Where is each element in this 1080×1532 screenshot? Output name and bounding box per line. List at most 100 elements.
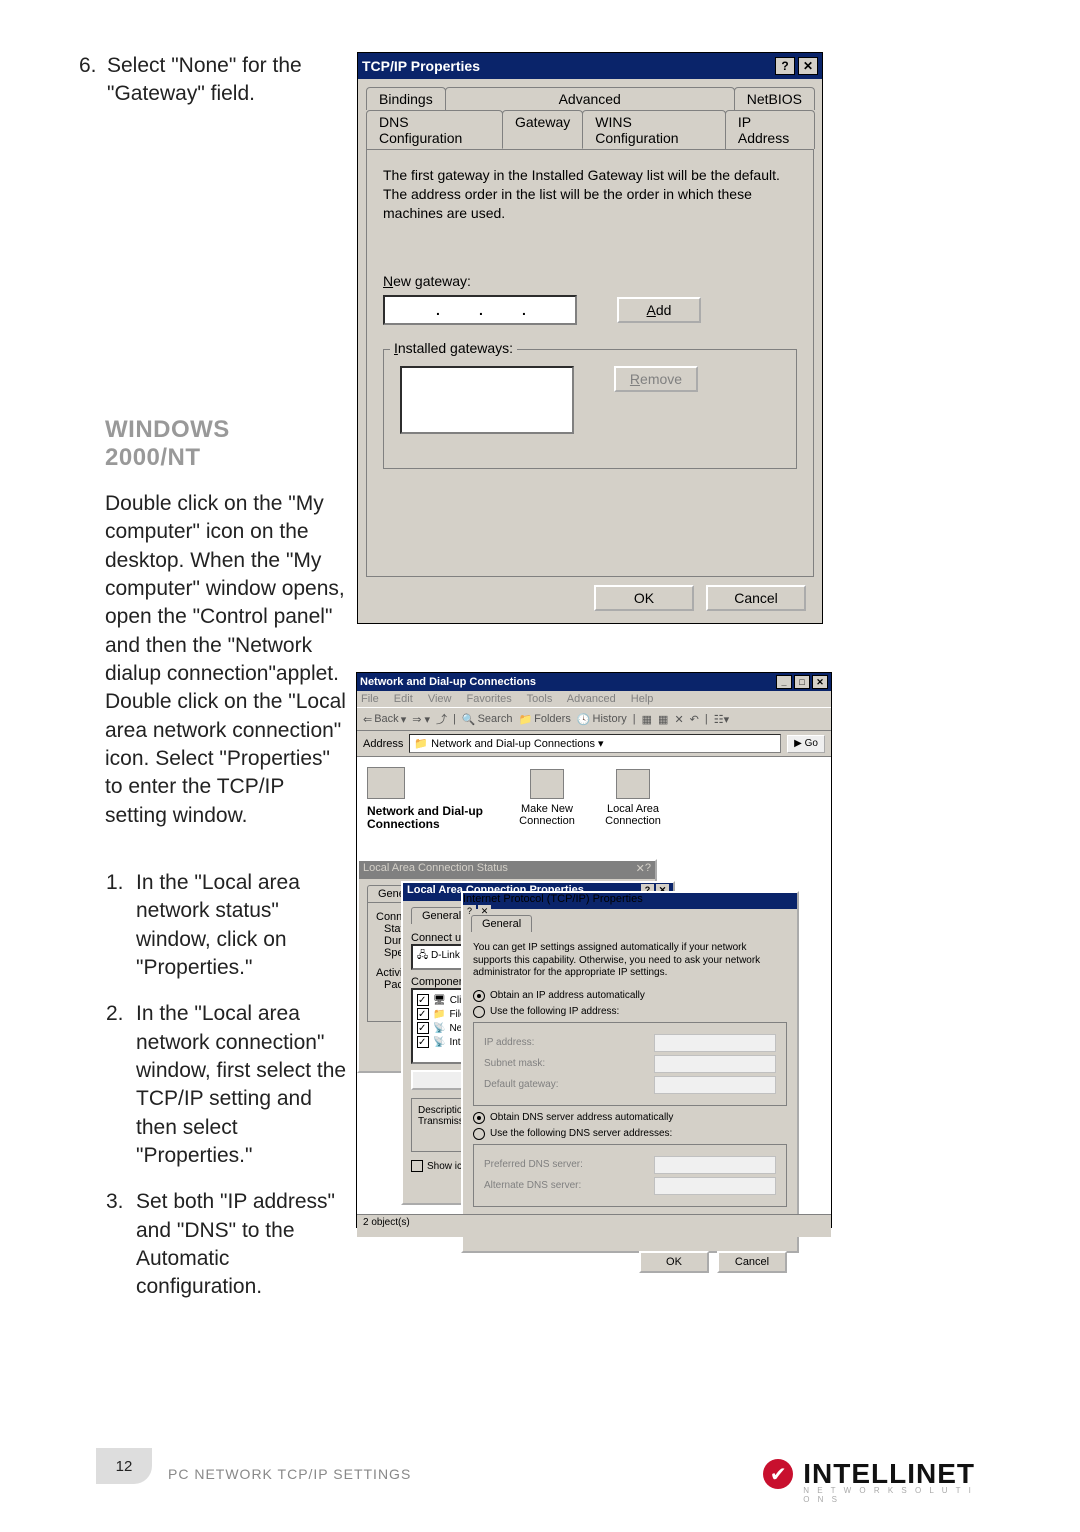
window-title: Network and Dial-up Connections bbox=[360, 676, 536, 688]
help-icon[interactable]: ? bbox=[775, 57, 795, 75]
menu-advanced[interactable]: Advanced bbox=[567, 693, 616, 705]
network-connections-window: Network and Dial-up Connections _ □ ✕ Fi… bbox=[356, 672, 832, 1228]
ok-button[interactable]: OK bbox=[594, 585, 694, 611]
menubar: File Edit View Favorites Tools Advanced … bbox=[357, 691, 831, 707]
connection-icon bbox=[530, 769, 564, 799]
preferred-dns-input[interactable] bbox=[654, 1156, 776, 1174]
installed-gateways-label: Installed gateways:Installed gateways: bbox=[390, 340, 517, 356]
tab-general[interactable]: General bbox=[471, 915, 532, 932]
cancel-button[interactable]: Cancel bbox=[717, 1251, 787, 1273]
tcpip-properties-dialog: TCP/IP Properties ? ✕ Bindings Advanced … bbox=[357, 52, 823, 624]
back-button[interactable]: ⇐ Back ▾ bbox=[363, 713, 406, 726]
forward-button[interactable]: ⇒ ▾ bbox=[412, 713, 430, 726]
maximize-icon[interactable]: □ bbox=[794, 675, 810, 689]
titlebar: TCP/IP Properties ? ✕ bbox=[358, 53, 822, 79]
menu-favorites[interactable]: Favorites bbox=[467, 693, 512, 705]
tab-gateway[interactable]: Gateway bbox=[502, 110, 583, 149]
list-item: 2.In the "Local area network connection"… bbox=[136, 1000, 352, 1170]
alternate-dns-input[interactable] bbox=[654, 1177, 776, 1195]
toolbar: ⇐ Back ▾ ⇒ ▾ ⤴ | 🔍 Search 📁 Folders 🕓 Hi… bbox=[357, 707, 831, 731]
subnet-mask-label: Subnet mask: bbox=[484, 1058, 545, 1069]
address-label: Address bbox=[363, 738, 403, 750]
undo-icon[interactable]: ↶ bbox=[690, 713, 699, 726]
step6-text: 6. Select "None" for the "Gateway" field… bbox=[107, 52, 337, 109]
body-windows-2000: Double click on the "My computer" icon o… bbox=[105, 490, 347, 830]
copy-icon[interactable]: ▦ bbox=[658, 713, 668, 726]
manual-page: 6. Select "None" for the "Gateway" field… bbox=[0, 0, 1080, 1532]
radio-obtain-ip-auto[interactable]: Obtain an IP address automatically bbox=[473, 990, 787, 1002]
up-button[interactable]: ⤴ bbox=[436, 711, 447, 727]
help-icon[interactable]: ? bbox=[645, 862, 651, 874]
tab-ip-address[interactable]: IP Address bbox=[725, 110, 815, 149]
heading-windows-2000: WINDOWS 2000/NT bbox=[105, 416, 305, 471]
folder-icon bbox=[367, 767, 405, 799]
remove-button[interactable]: RemoveRemove bbox=[614, 366, 698, 392]
close-icon[interactable]: ✕ bbox=[636, 862, 645, 875]
folder-title: Network and Dial-up Connections bbox=[367, 805, 485, 831]
footer-section-title: PC NETWORK TCP/IP SETTINGS bbox=[168, 1466, 411, 1482]
tab-advanced[interactable]: Advanced bbox=[445, 87, 735, 110]
new-gateway-label: NNew gateway:ew gateway: bbox=[383, 273, 797, 289]
make-new-connection-item[interactable]: Make New Connection bbox=[507, 769, 587, 827]
menu-edit[interactable]: Edit bbox=[394, 693, 413, 705]
close-icon[interactable]: ✕ bbox=[798, 57, 818, 75]
preferred-dns-label: Preferred DNS server: bbox=[484, 1159, 583, 1170]
connection-icon bbox=[616, 769, 650, 799]
address-bar: Address 📁 Network and Dial-up Connection… bbox=[357, 731, 831, 757]
local-area-connection-item[interactable]: Local Area Connection bbox=[593, 769, 673, 827]
cancel-button[interactable]: Cancel bbox=[706, 585, 806, 611]
subnet-mask-input[interactable] bbox=[654, 1055, 776, 1073]
ok-button[interactable]: OK bbox=[639, 1251, 709, 1273]
brand-check-icon: ✔ bbox=[763, 1459, 793, 1489]
steps-list: 1.In the "Local area network status" win… bbox=[136, 869, 352, 1320]
alternate-dns-label: Alternate DNS server: bbox=[484, 1180, 581, 1191]
radio-use-following-ip[interactable]: Use the following IP address: bbox=[473, 1006, 787, 1018]
dialog-title: TCP/IP Properties bbox=[362, 58, 480, 74]
tab-wins-config[interactable]: WINS Configuration bbox=[582, 110, 726, 149]
default-gateway-input[interactable] bbox=[654, 1076, 776, 1094]
menu-view[interactable]: View bbox=[428, 693, 452, 705]
tcp-description: You can get IP settings assigned automat… bbox=[473, 942, 787, 980]
installed-gateways-list[interactable] bbox=[400, 366, 574, 434]
tcpip-protocol-dialog: Internet Protocol (TCP/IP) Properties?✕ … bbox=[461, 891, 799, 1253]
list-item: 1.In the "Local area network status" win… bbox=[136, 869, 352, 982]
ip-address-input[interactable] bbox=[654, 1034, 776, 1052]
list-num: 2. bbox=[106, 1000, 124, 1028]
list-text: In the "Local area network connection" w… bbox=[136, 1002, 346, 1167]
titlebar: Network and Dial-up Connections _ □ ✕ bbox=[357, 673, 831, 691]
tab-pane-gateway: The first gateway in the Installed Gatew… bbox=[366, 149, 814, 577]
menu-help[interactable]: Help bbox=[631, 693, 654, 705]
delete-icon[interactable]: ✕ bbox=[674, 713, 683, 726]
new-gateway-input[interactable]: ... bbox=[383, 295, 577, 325]
move-icon[interactable]: ▦ bbox=[642, 713, 652, 726]
statusbar: 2 object(s) bbox=[357, 1214, 831, 1237]
address-input[interactable]: 📁 Network and Dial-up Connections ▾ bbox=[409, 734, 781, 753]
explorer-body: Network and Dial-up Connections Make New… bbox=[357, 757, 831, 1237]
tab-bindings[interactable]: Bindings bbox=[366, 87, 446, 110]
dialog-title: Local Area Connection Status bbox=[363, 862, 508, 874]
brand-subtitle: N E T W O R K S O L U T I O N S bbox=[803, 1486, 975, 1504]
page-number-badge: 12 bbox=[96, 1448, 152, 1484]
views-icon[interactable]: ☷▾ bbox=[714, 713, 729, 726]
menu-tools[interactable]: Tools bbox=[527, 693, 553, 705]
radio-use-following-dns[interactable]: Use the following DNS server addresses: bbox=[473, 1128, 787, 1140]
add-button[interactable]: AddAdd bbox=[617, 297, 701, 323]
menu-file[interactable]: File bbox=[361, 693, 379, 705]
radio-obtain-dns-auto[interactable]: Obtain DNS server address automatically bbox=[473, 1112, 787, 1124]
titlebar: Internet Protocol (TCP/IP) Properties?✕ bbox=[463, 893, 797, 909]
dialog-title: Internet Protocol (TCP/IP) Properties bbox=[463, 893, 643, 905]
step6-body: Select "None" for the "Gateway" field. bbox=[107, 54, 302, 105]
minimize-icon[interactable]: _ bbox=[776, 675, 792, 689]
list-item: 3.Set both "IP address" and "DNS" to the… bbox=[136, 1188, 352, 1301]
folders-button[interactable]: 📁 Folders bbox=[518, 713, 570, 726]
close-icon[interactable]: ✕ bbox=[812, 675, 828, 689]
tab-netbios[interactable]: NetBIOS bbox=[734, 87, 815, 110]
search-button[interactable]: 🔍 Search bbox=[462, 713, 513, 726]
go-button[interactable]: ▶ Go bbox=[787, 735, 825, 753]
list-num: 1. bbox=[106, 869, 124, 897]
step6-num: 6. bbox=[79, 52, 97, 80]
gateway-description: The first gateway in the Installed Gatew… bbox=[383, 166, 797, 223]
history-button[interactable]: 🕓 History bbox=[577, 713, 627, 726]
list-num: 3. bbox=[106, 1188, 124, 1216]
tab-dns-config[interactable]: DNS Configuration bbox=[366, 110, 503, 149]
